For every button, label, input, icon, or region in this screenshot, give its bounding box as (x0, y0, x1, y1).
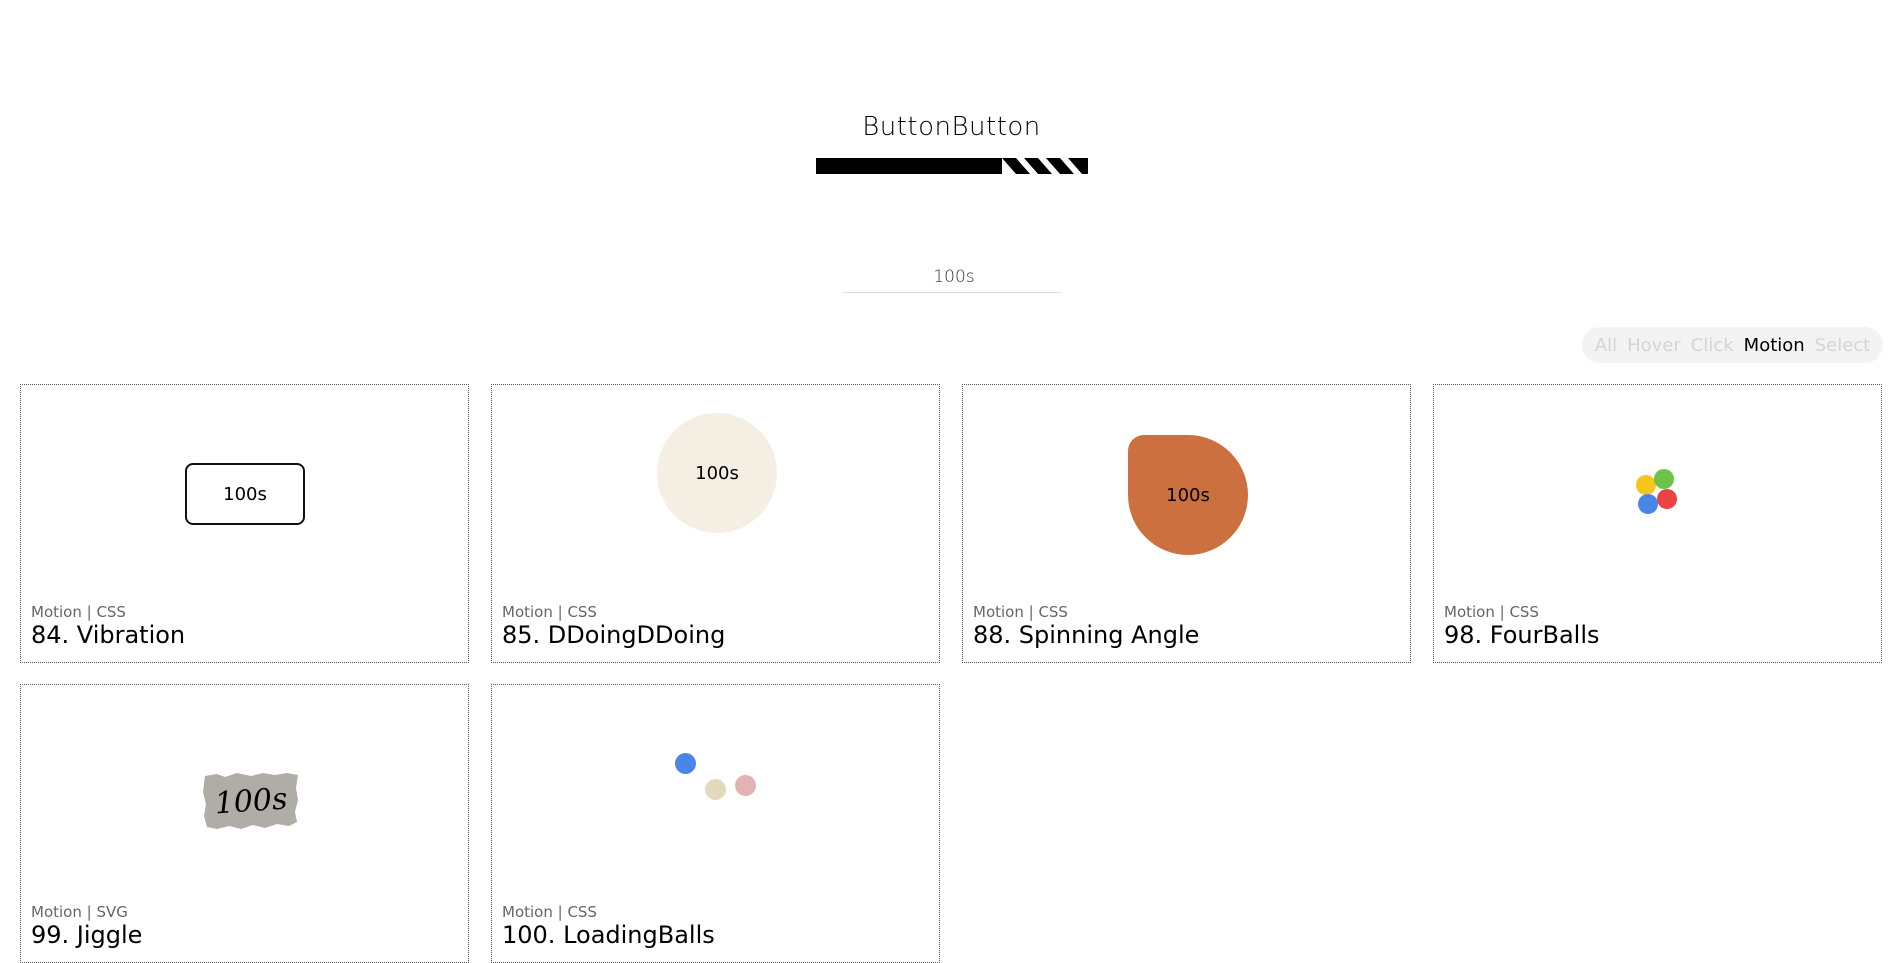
card-ddoingddoing[interactable]: 100s Motion | CSS 85. DDoingDDoing (491, 384, 940, 663)
card-meta: Motion | CSS (31, 603, 126, 621)
filter-hover[interactable]: Hover (1627, 335, 1681, 356)
site-title[interactable]: ButtonButton (0, 112, 1903, 142)
yellow-ball (1636, 475, 1656, 495)
search-field-wrapper (843, 262, 1065, 293)
jiggle-button-label: 100s (213, 781, 289, 821)
card-fourballs[interactable]: Motion | CSS 98. FourBalls (1433, 384, 1882, 663)
card-meta: Motion | CSS (502, 603, 597, 621)
pink-ball (735, 775, 756, 796)
card-vibration[interactable]: 100s Motion | CSS 84. Vibration (20, 384, 469, 663)
vibration-button[interactable]: 100s (185, 463, 305, 525)
filter-click[interactable]: Click (1691, 335, 1734, 356)
card-title: 84. Vibration (31, 621, 186, 649)
card-title: 100. LoadingBalls (502, 921, 715, 949)
card-meta: Motion | CSS (502, 903, 597, 921)
green-ball (1654, 469, 1674, 489)
card-meta: Motion | SVG (31, 903, 128, 921)
filter-tabs: All Hover Click Motion Select (1582, 327, 1883, 363)
filter-select[interactable]: Select (1815, 335, 1871, 356)
jiggle-button[interactable]: 100s (203, 772, 299, 830)
logo-stripe-bar (816, 158, 1088, 174)
card-title: 88. Spinning Angle (973, 621, 1200, 649)
card-title: 99. Jiggle (31, 921, 143, 949)
card-title: 98. FourBalls (1444, 621, 1600, 649)
blue-ball (1638, 494, 1658, 514)
blue-ball (675, 753, 696, 774)
card-title: 85. DDoingDDoing (502, 621, 726, 649)
card-loadingballs[interactable]: Motion | CSS 100. LoadingBalls (491, 684, 940, 963)
card-spinning-angle[interactable]: 100s Motion | CSS 88. Spinning Angle (962, 384, 1411, 663)
filter-motion[interactable]: Motion (1744, 335, 1805, 356)
red-ball (1657, 489, 1677, 509)
fourballs-button[interactable] (1634, 469, 1684, 523)
card-jiggle[interactable]: 100s Motion | SVG 99. Jiggle (20, 684, 469, 963)
card-meta: Motion | CSS (1444, 603, 1539, 621)
card-meta: Motion | CSS (973, 603, 1068, 621)
search-input[interactable] (843, 262, 1065, 292)
filter-all[interactable]: All (1595, 335, 1617, 356)
spinning-angle-button[interactable]: 100s (1128, 435, 1248, 555)
beige-ball (705, 779, 726, 800)
loadingballs-button[interactable] (672, 753, 762, 807)
ddoing-button[interactable]: 100s (657, 413, 777, 533)
